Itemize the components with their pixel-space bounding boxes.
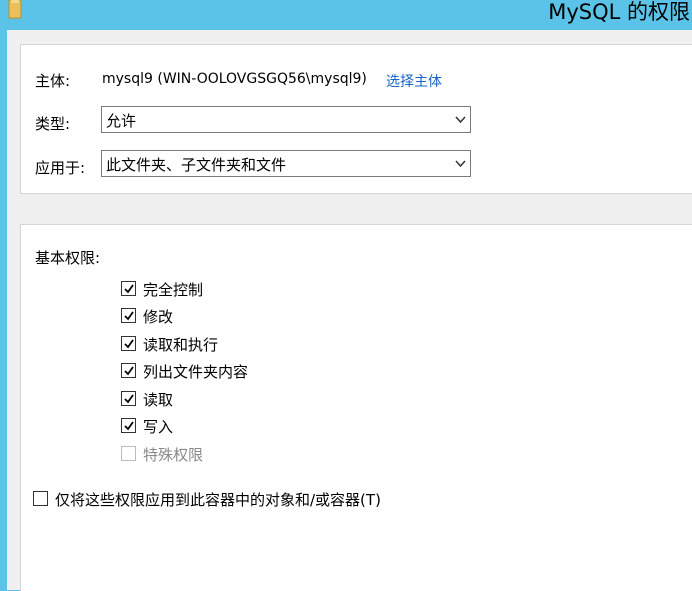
checkmark-icon	[124, 366, 134, 376]
applies-to-label: 应用于:	[35, 159, 86, 177]
write-checkbox[interactable]	[121, 418, 136, 433]
permission-label: 完全控制	[143, 281, 204, 299]
permission-label: 列出文件夹内容	[143, 363, 249, 381]
list-folder-checkbox[interactable]	[121, 363, 136, 378]
chevron-down-icon	[455, 160, 466, 168]
read-execute-checkbox[interactable]	[121, 336, 136, 351]
basic-permissions-heading: 基本权限:	[35, 249, 101, 267]
folder-icon	[8, 0, 22, 19]
full-control-checkbox[interactable]	[121, 281, 136, 296]
applies-to-select-value: 此文件夹、子文件夹和文件	[106, 156, 287, 174]
permission-label: 修改	[143, 308, 174, 326]
window-title: MySQL 的权限	[548, 0, 690, 24]
modify-checkbox[interactable]	[121, 308, 136, 323]
dialog-body: 主体: mysql9 (WIN-OOLOVGSGQ56\mysql9) 选择主体…	[7, 30, 692, 591]
checkmark-icon	[124, 394, 134, 404]
read-checkbox[interactable]	[121, 391, 136, 406]
select-principal-link[interactable]: 选择主体	[386, 71, 442, 91]
principal-panel: 主体: mysql9 (WIN-OOLOVGSGQ56\mysql9) 选择主体…	[20, 44, 692, 194]
checkmark-icon	[124, 311, 134, 321]
apply-only-checkbox[interactable]	[33, 491, 48, 506]
checkmark-icon	[124, 421, 134, 431]
permissions-panel: 基本权限: 完全控制 修改 读取和执行 列出文件夹内容 读取 写入 特殊权限 仅…	[20, 224, 692, 591]
title-bar: MySQL 的权限	[0, 0, 692, 30]
type-select[interactable]: 允许	[101, 106, 471, 133]
special-permissions-checkbox	[121, 446, 136, 461]
permission-label: 写入	[143, 418, 174, 436]
permission-label: 读取和执行	[143, 336, 219, 354]
checkmark-icon	[124, 284, 134, 294]
permission-label: 特殊权限	[143, 446, 204, 464]
type-label: 类型:	[35, 115, 71, 133]
apply-only-label: 仅将这些权限应用到此容器中的对象和/或容器(T)	[55, 491, 381, 509]
checkmark-icon	[124, 339, 134, 349]
permission-label: 读取	[143, 391, 174, 409]
type-select-value: 允许	[106, 112, 137, 130]
principal-value: mysql9 (WIN-OOLOVGSGQ56\mysql9)	[102, 71, 367, 87]
chevron-down-icon	[455, 116, 466, 124]
applies-to-select[interactable]: 此文件夹、子文件夹和文件	[101, 150, 471, 177]
principal-label: 主体:	[35, 72, 71, 90]
